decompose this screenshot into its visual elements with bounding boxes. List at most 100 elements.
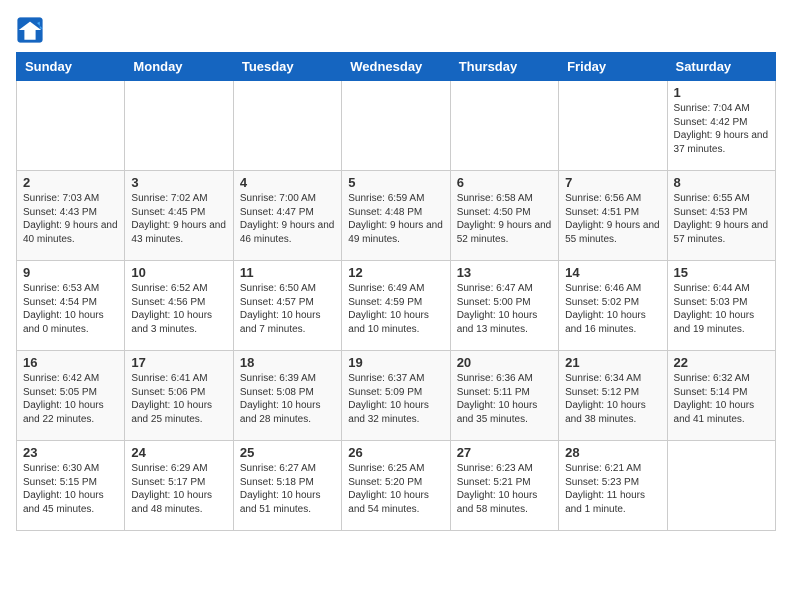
calendar-cell: 23 Sunrise: 6:30 AM Sunset: 5:15 PM Dayli…: [17, 441, 125, 531]
calendar-cell: 3Sunrise: 7:02 AM Sunset: 4:45 PM Daylig…: [125, 171, 233, 261]
day-info: Sunrise: 6:42 AM Sunset: 5:05 PM Dayligh…: [23, 372, 118, 426]
day-info: Sunrise: 6:58 AM Sunset: 4:50 PM Dayligh…: [457, 192, 552, 246]
calendar-cell: 14 Sunrise: 6:46 AM Sunset: 5:02 PM Dayli…: [559, 261, 667, 351]
day-info: Sunrise: 6:21 AM Sunset: 5:23 PM Dayligh…: [565, 462, 660, 516]
day-number: 11: [240, 265, 335, 280]
column-header-friday: Friday: [559, 53, 667, 81]
day-number: 6: [457, 175, 552, 190]
calendar-cell: 9 Sunrise: 6:53 AM Sunset: 4:54 PM Daylig…: [17, 261, 125, 351]
calendar-cell: 8 Sunrise: 6:55 AM Sunset: 4:53 PM Daylig…: [667, 171, 775, 261]
column-header-tuesday: Tuesday: [233, 53, 341, 81]
calendar-cell: 28 Sunrise: 6:21 AM Sunset: 5:23 PM Dayli…: [559, 441, 667, 531]
day-number: 7: [565, 175, 660, 190]
day-info: Sunrise: 6:30 AM Sunset: 5:15 PM Dayligh…: [23, 462, 118, 516]
calendar-cell: 10 Sunrise: 6:52 AM Sunset: 4:56 PM Dayli…: [125, 261, 233, 351]
day-number: 5: [348, 175, 443, 190]
day-info: Sunrise: 6:29 AM Sunset: 5:17 PM Dayligh…: [131, 462, 226, 516]
day-info: Sunrise: 7:00 AM Sunset: 4:47 PM Dayligh…: [240, 192, 335, 246]
day-number: 16: [23, 355, 118, 370]
day-info: Sunrise: 6:53 AM Sunset: 4:54 PM Dayligh…: [23, 282, 118, 336]
calendar-cell: 16 Sunrise: 6:42 AM Sunset: 5:05 PM Dayli…: [17, 351, 125, 441]
column-header-monday: Monday: [125, 53, 233, 81]
calendar-cell: 15 Sunrise: 6:44 AM Sunset: 5:03 PM Dayli…: [667, 261, 775, 351]
day-number: 21: [565, 355, 660, 370]
day-number: 10: [131, 265, 226, 280]
calendar-cell: 12 Sunrise: 6:49 AM Sunset: 4:59 PM Dayli…: [342, 261, 450, 351]
calendar-week-4: 16 Sunrise: 6:42 AM Sunset: 5:05 PM Dayli…: [17, 351, 776, 441]
day-info: Sunrise: 6:44 AM Sunset: 5:03 PM Dayligh…: [674, 282, 769, 336]
day-number: 15: [674, 265, 769, 280]
calendar-body: 1 Sunrise: 7:04 AM Sunset: 4:42 PM Daylig…: [17, 81, 776, 531]
day-number: 8: [674, 175, 769, 190]
calendar-cell: 21 Sunrise: 6:34 AM Sunset: 5:12 PM Dayli…: [559, 351, 667, 441]
calendar-cell: 26 Sunrise: 6:25 AM Sunset: 5:20 PM Dayli…: [342, 441, 450, 531]
day-number: 9: [23, 265, 118, 280]
day-number: 14: [565, 265, 660, 280]
day-info: Sunrise: 6:27 AM Sunset: 5:18 PM Dayligh…: [240, 462, 335, 516]
calendar-cell: 6 Sunrise: 6:58 AM Sunset: 4:50 PM Daylig…: [450, 171, 558, 261]
logo-icon: [16, 16, 44, 44]
calendar-cell: 1 Sunrise: 7:04 AM Sunset: 4:42 PM Daylig…: [667, 81, 775, 171]
day-number: 22: [674, 355, 769, 370]
day-number: 3: [131, 175, 226, 190]
calendar-week-5: 23 Sunrise: 6:30 AM Sunset: 5:15 PM Dayli…: [17, 441, 776, 531]
calendar-cell: 20 Sunrise: 6:36 AM Sunset: 5:11 PM Dayli…: [450, 351, 558, 441]
calendar-cell: 2 Sunrise: 7:03 AM Sunset: 4:43 PM Daylig…: [17, 171, 125, 261]
day-info: Sunrise: 6:36 AM Sunset: 5:11 PM Dayligh…: [457, 372, 552, 426]
column-header-saturday: Saturday: [667, 53, 775, 81]
day-info: Sunrise: 6:34 AM Sunset: 5:12 PM Dayligh…: [565, 372, 660, 426]
calendar-cell: 4 Sunrise: 7:00 AM Sunset: 4:47 PM Daylig…: [233, 171, 341, 261]
day-info: Sunrise: 6:59 AM Sunset: 4:48 PM Dayligh…: [348, 192, 443, 246]
day-info: Sunrise: 6:52 AM Sunset: 4:56 PM Dayligh…: [131, 282, 226, 336]
calendar-cell: [667, 441, 775, 531]
calendar-week-2: 2 Sunrise: 7:03 AM Sunset: 4:43 PM Daylig…: [17, 171, 776, 261]
calendar-week-1: 1 Sunrise: 7:04 AM Sunset: 4:42 PM Daylig…: [17, 81, 776, 171]
calendar-cell: 11 Sunrise: 6:50 AM Sunset: 4:57 PM Dayli…: [233, 261, 341, 351]
column-header-sunday: Sunday: [17, 53, 125, 81]
calendar-cell: [450, 81, 558, 171]
day-info: Sunrise: 6:55 AM Sunset: 4:53 PM Dayligh…: [674, 192, 769, 246]
calendar-cell: 13 Sunrise: 6:47 AM Sunset: 5:00 PM Dayli…: [450, 261, 558, 351]
day-info: Sunrise: 6:23 AM Sunset: 5:21 PM Dayligh…: [457, 462, 552, 516]
day-number: 23: [23, 445, 118, 460]
day-info: Sunrise: 6:46 AM Sunset: 5:02 PM Dayligh…: [565, 282, 660, 336]
day-number: 19: [348, 355, 443, 370]
day-info: Sunrise: 6:50 AM Sunset: 4:57 PM Dayligh…: [240, 282, 335, 336]
calendar-cell: [125, 81, 233, 171]
calendar-cell: 19 Sunrise: 6:37 AM Sunset: 5:09 PM Dayli…: [342, 351, 450, 441]
calendar-cell: 27 Sunrise: 6:23 AM Sunset: 5:21 PM Dayli…: [450, 441, 558, 531]
day-number: 20: [457, 355, 552, 370]
day-info: Sunrise: 6:41 AM Sunset: 5:06 PM Dayligh…: [131, 372, 226, 426]
day-number: 25: [240, 445, 335, 460]
calendar-cell: 7 Sunrise: 6:56 AM Sunset: 4:51 PM Daylig…: [559, 171, 667, 261]
calendar-week-3: 9 Sunrise: 6:53 AM Sunset: 4:54 PM Daylig…: [17, 261, 776, 351]
day-number: 2: [23, 175, 118, 190]
calendar-cell: [233, 81, 341, 171]
day-number: 12: [348, 265, 443, 280]
day-number: 13: [457, 265, 552, 280]
day-number: 26: [348, 445, 443, 460]
day-number: 4: [240, 175, 335, 190]
day-info: Sunrise: 6:25 AM Sunset: 5:20 PM Dayligh…: [348, 462, 443, 516]
calendar-header-row: SundayMondayTuesdayWednesdayThursdayFrid…: [17, 53, 776, 81]
day-number: 28: [565, 445, 660, 460]
calendar-cell: 5 Sunrise: 6:59 AM Sunset: 4:48 PM Daylig…: [342, 171, 450, 261]
day-number: 27: [457, 445, 552, 460]
calendar-cell: [559, 81, 667, 171]
column-header-wednesday: Wednesday: [342, 53, 450, 81]
day-info: Sunrise: 7:04 AM Sunset: 4:42 PM Dayligh…: [674, 102, 769, 156]
calendar-cell: 17 Sunrise: 6:41 AM Sunset: 5:06 PM Dayli…: [125, 351, 233, 441]
calendar-table: SundayMondayTuesdayWednesdayThursdayFrid…: [16, 52, 776, 531]
day-info: Sunrise: 7:03 AM Sunset: 4:43 PM Dayligh…: [23, 192, 118, 246]
day-info: Sunrise: 6:49 AM Sunset: 4:59 PM Dayligh…: [348, 282, 443, 336]
calendar-cell: 22Sunrise: 6:32 AM Sunset: 5:14 PM Dayli…: [667, 351, 775, 441]
day-number: 1: [674, 85, 769, 100]
day-number: 17: [131, 355, 226, 370]
column-header-thursday: Thursday: [450, 53, 558, 81]
day-info: Sunrise: 6:47 AM Sunset: 5:00 PM Dayligh…: [457, 282, 552, 336]
day-info: Sunrise: 6:39 AM Sunset: 5:08 PM Dayligh…: [240, 372, 335, 426]
day-info: Sunrise: 6:37 AM Sunset: 5:09 PM Dayligh…: [348, 372, 443, 426]
logo: [16, 16, 48, 44]
day-info: Sunrise: 6:56 AM Sunset: 4:51 PM Dayligh…: [565, 192, 660, 246]
calendar-cell: [17, 81, 125, 171]
